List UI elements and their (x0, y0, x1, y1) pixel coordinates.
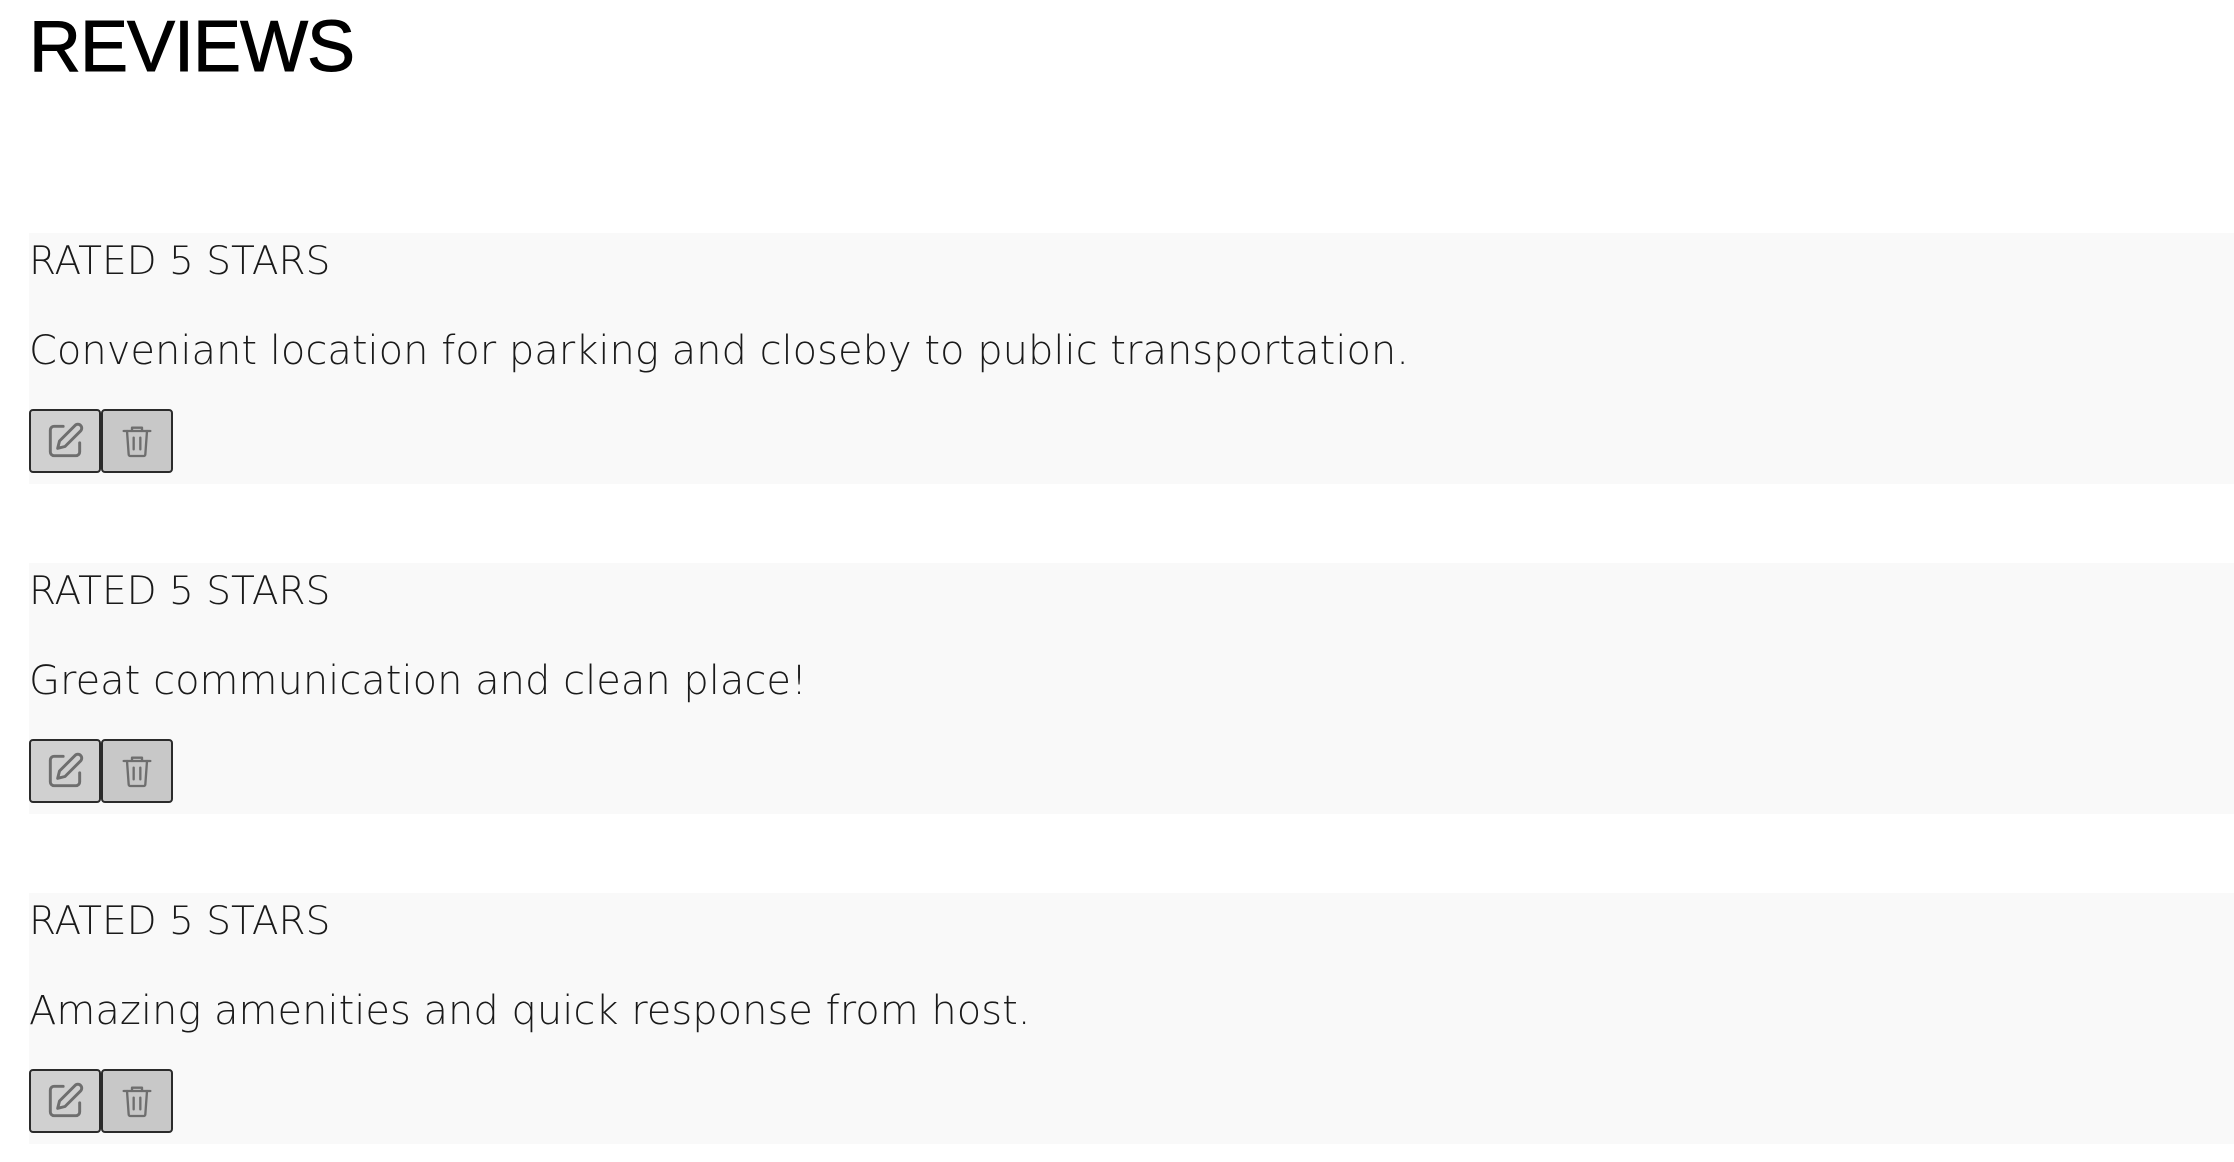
review-rating: RATED 5 STARS (29, 569, 331, 614)
review-card: RATED 5 STARS Amazing amenities and quic… (29, 893, 2234, 1144)
review-rating: RATED 5 STARS (29, 899, 331, 944)
trash-icon (122, 756, 152, 788)
review-actions (29, 739, 173, 803)
review-comment: Great communication and clean place! (29, 658, 808, 704)
edit-icon (48, 422, 84, 458)
edit-icon (48, 1082, 84, 1118)
review-rating: RATED 5 STARS (29, 239, 331, 284)
delete-review-button[interactable] (101, 409, 173, 473)
review-comment: Amazing amenities and quick response fro… (29, 988, 1031, 1034)
review-comment: Conveniant location for parking and clos… (29, 328, 1409, 374)
review-actions (29, 409, 173, 473)
delete-review-button[interactable] (101, 1069, 173, 1133)
edit-review-button[interactable] (29, 739, 101, 803)
review-actions (29, 1069, 173, 1133)
edit-icon (48, 752, 84, 788)
page-title: REVIEWS (28, 6, 355, 87)
delete-review-button[interactable] (101, 739, 173, 803)
edit-review-button[interactable] (29, 1069, 101, 1133)
review-card: RATED 5 STARS Conveniant location for pa… (29, 233, 2234, 484)
edit-review-button[interactable] (29, 409, 101, 473)
trash-icon (122, 426, 152, 458)
review-card: RATED 5 STARS Great communication and cl… (29, 563, 2234, 814)
trash-icon (122, 1086, 152, 1118)
